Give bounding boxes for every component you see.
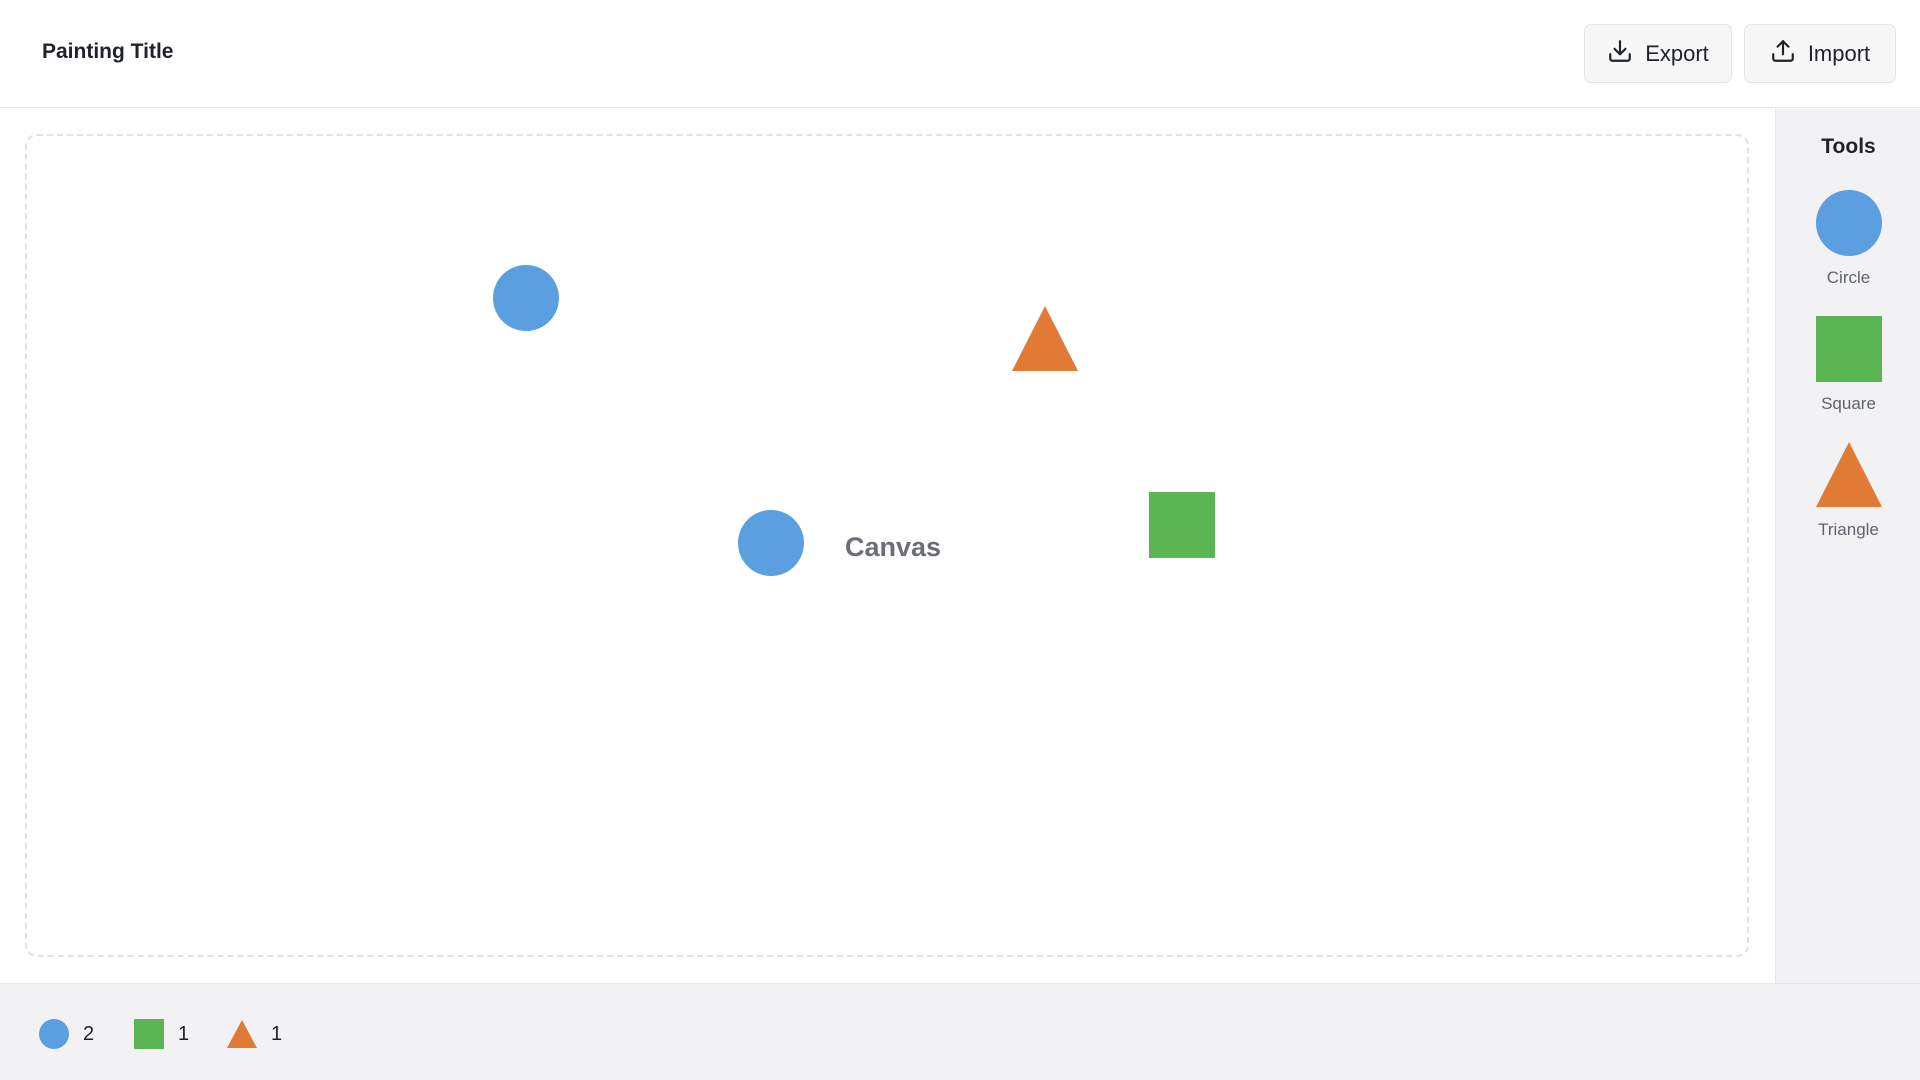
download-icon (1607, 38, 1633, 70)
import-button[interactable]: Import (1744, 24, 1896, 83)
square-count-value: 1 (178, 1022, 190, 1045)
triangle-count: 1 (227, 1018, 282, 1050)
tool-square[interactable]: Square (1776, 316, 1920, 426)
canvas-circle-shape[interactable] (493, 265, 559, 331)
triangle-icon (1816, 442, 1882, 507)
canvas-triangle-shape[interactable] (1012, 306, 1078, 371)
square-icon (1816, 316, 1882, 382)
tool-circle[interactable]: Circle (1776, 190, 1920, 300)
canvas-square-shape[interactable] (1149, 492, 1215, 558)
triangle-count-value: 1 (271, 1022, 283, 1045)
tools-panel: Tools Circle Square Triangle (1775, 109, 1920, 983)
tool-circle-label: Circle (1826, 268, 1871, 287)
tool-square-label: Square (1821, 394, 1876, 413)
square-icon (134, 1019, 164, 1049)
circle-icon (1816, 190, 1882, 256)
canvas-label: Canvas (845, 532, 942, 562)
top-bar: Painting Title Export Import (0, 0, 1920, 108)
tools-title: Tools (1821, 135, 1876, 158)
painting-title[interactable]: Painting Title (42, 40, 173, 64)
shape-counts-bar: 2 1 1 (0, 983, 1920, 1080)
export-label: Export (1645, 40, 1709, 66)
import-label: Import (1807, 40, 1871, 66)
tool-triangle[interactable]: Triangle (1776, 442, 1920, 552)
drawing-canvas[interactable]: Canvas (25, 134, 1749, 957)
square-count: 1 (134, 1018, 189, 1050)
triangle-icon (227, 1020, 257, 1048)
canvas-area: Canvas (0, 109, 1775, 983)
circle-icon (39, 1019, 69, 1049)
tool-triangle-label: Triangle (1818, 520, 1879, 539)
upload-icon (1770, 38, 1796, 70)
canvas-circle-shape[interactable] (738, 510, 804, 576)
circle-count: 2 (39, 1018, 94, 1050)
export-button[interactable]: Export (1584, 24, 1732, 83)
circle-count-value: 2 (83, 1022, 95, 1045)
